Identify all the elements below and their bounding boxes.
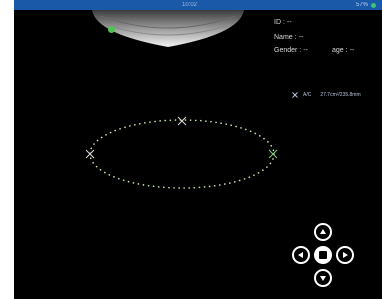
nav-up-button[interactable] xyxy=(314,223,332,241)
down-arrow-icon xyxy=(320,276,326,281)
nav-center-button[interactable] xyxy=(314,246,332,264)
nav-right-button[interactable] xyxy=(336,246,354,264)
nav-left-button[interactable] xyxy=(292,246,310,264)
status-right: 57% xyxy=(356,0,376,10)
stop-square-icon xyxy=(314,246,332,264)
nav-down-button[interactable] xyxy=(314,269,332,287)
caliper-marker-top-icon[interactable] xyxy=(177,116,187,126)
caliper-marker-right-icon[interactable] xyxy=(268,149,278,159)
left-arrow-icon xyxy=(298,252,303,258)
status-time: 10:02 xyxy=(182,2,198,8)
ultrasound-screen[interactable]: ID : -- Name : -- Gender : -- age : -- A… xyxy=(14,10,382,299)
right-arrow-icon xyxy=(343,252,348,258)
status-bar: 10:02 57% xyxy=(14,0,382,10)
battery-level: 57% xyxy=(355,2,368,8)
battery-icon xyxy=(371,2,376,8)
up-arrow-icon xyxy=(320,229,326,234)
caliper-marker-left-icon[interactable] xyxy=(85,149,95,159)
